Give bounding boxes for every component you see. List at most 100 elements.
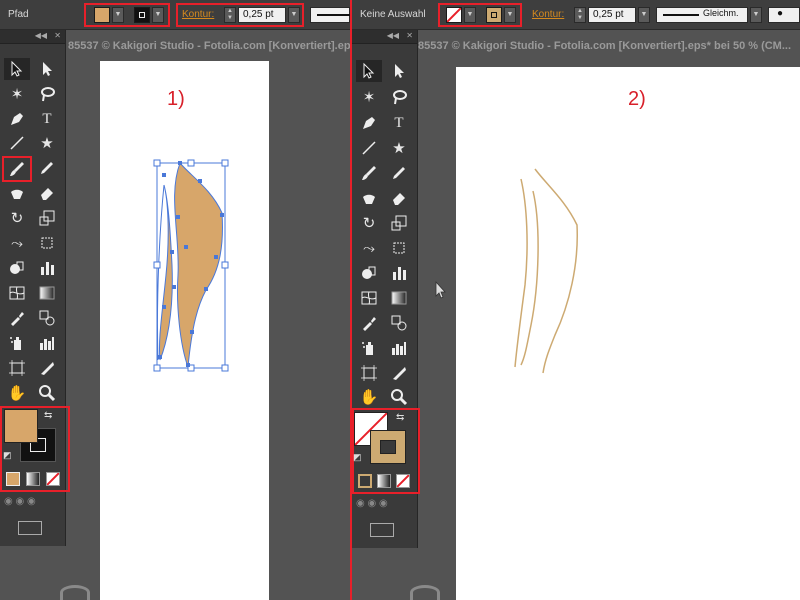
artboard-tool-icon[interactable] (4, 357, 30, 379)
document-tab-title[interactable]: 85537 © Kakigori Studio - Fotolia.com [K… (418, 36, 791, 56)
drawing-modes-icon[interactable]: ◉ ◉ ◉ (4, 496, 62, 512)
direct-selection-tool-icon[interactable] (386, 60, 412, 82)
stroke-color-swatch[interactable] (486, 7, 502, 23)
paintbrush-tool-icon[interactable] (2, 156, 32, 182)
close-icon[interactable]: ✕ (54, 31, 61, 40)
drawing-modes-icon[interactable]: ◉ ◉ ◉ (356, 498, 414, 514)
lasso-tool-icon[interactable] (386, 86, 412, 108)
blob-brush-tool-icon[interactable] (4, 182, 30, 204)
shape-builder-tool-icon[interactable] (356, 262, 382, 284)
color-mode-button[interactable] (358, 474, 372, 488)
fill-none-swatch[interactable] (446, 7, 462, 23)
selection-tool-icon[interactable] (356, 60, 382, 82)
stroke-weight-dropdown[interactable]: ▼ (288, 7, 300, 23)
scale-tool-icon[interactable] (386, 212, 412, 234)
pencil-tool-icon[interactable] (34, 157, 60, 179)
star-tool-icon[interactable]: ★ (34, 132, 60, 154)
blend-tool-icon[interactable] (386, 312, 412, 334)
blend-tool-icon[interactable] (34, 307, 60, 329)
brush-definition-dropdown[interactable]: ● (768, 7, 800, 23)
star-tool-icon[interactable]: ★ (386, 137, 412, 159)
artboard-tool-icon[interactable] (356, 362, 382, 384)
mesh-tool-icon[interactable] (356, 287, 382, 309)
mesh-tool-icon[interactable] (4, 282, 30, 304)
width-tool-icon[interactable]: ⤳ (4, 232, 30, 254)
close-icon[interactable]: ✕ (406, 31, 413, 40)
slice-tool-icon[interactable] (34, 357, 60, 379)
color-mode-button[interactable] (6, 472, 20, 486)
zoom-tool-icon[interactable] (386, 386, 412, 408)
gradient-mode-button[interactable] (26, 472, 40, 486)
document-tab-title[interactable]: 85537 © Kakigori Studio - Fotolia.com [K… (68, 36, 350, 56)
scale-tool-icon[interactable] (34, 207, 60, 229)
fill-dropdown-arrow[interactable]: ▼ (112, 7, 124, 23)
column-graph-tool-icon[interactable] (34, 332, 60, 354)
graph-tool-icon[interactable] (386, 262, 412, 284)
selection-tool-icon[interactable] (4, 58, 30, 80)
eraser-tool-icon[interactable] (34, 182, 60, 204)
zoom-tool-icon[interactable] (34, 382, 60, 404)
eyedropper-tool-icon[interactable] (356, 312, 382, 334)
free-transform-tool-icon[interactable] (34, 232, 60, 254)
screen-mode-icon[interactable] (370, 523, 394, 537)
stroke-weight-label[interactable]: Kontur: (532, 9, 564, 20)
default-colors-icon[interactable]: ◩ (353, 452, 362, 463)
stroke-weight-dropdown[interactable]: ▼ (638, 7, 650, 23)
fill-dropdown-arrow[interactable]: ▼ (464, 7, 476, 23)
graph-tool-icon[interactable] (34, 257, 60, 279)
stroked-leaf-artwork[interactable] (507, 165, 587, 375)
stroke-weight-field[interactable]: 0,25 pt (238, 7, 286, 23)
gradient-tool-icon[interactable] (34, 282, 60, 304)
stroke-profile-dropdown-arrow[interactable]: ▼ (750, 7, 762, 23)
default-colors-icon[interactable]: ◩ (3, 450, 12, 461)
magic-wand-tool-icon[interactable]: ✶ (4, 83, 30, 105)
slice-tool-icon[interactable] (386, 362, 412, 384)
type-tool-icon[interactable]: T (34, 108, 60, 130)
rotate-tool-icon[interactable]: ↻ (356, 212, 382, 234)
column-graph-tool-icon[interactable] (386, 337, 412, 359)
paintbrush-tool-icon[interactable] (356, 162, 382, 184)
collapse-icon[interactable]: ◀◀ (35, 31, 47, 40)
hand-tool-icon[interactable]: ✋ (4, 382, 30, 404)
line-segment-tool-icon[interactable] (356, 137, 382, 159)
free-transform-tool-icon[interactable] (386, 237, 412, 259)
rotate-tool-icon[interactable]: ↻ (4, 207, 30, 229)
pen-tool-icon[interactable] (356, 112, 382, 134)
eraser-tool-icon[interactable] (386, 187, 412, 209)
swap-colors-icon[interactable]: ⇆ (44, 410, 52, 421)
none-mode-button[interactable] (396, 474, 410, 488)
stroke-weight-field[interactable]: 0,25 pt (588, 7, 636, 23)
stroke-color-box[interactable] (370, 430, 406, 464)
stroke-dropdown-arrow[interactable]: ▼ (152, 7, 164, 23)
line-segment-tool-icon[interactable] (4, 132, 30, 154)
eyedropper-tool-icon[interactable] (4, 307, 30, 329)
gradient-tool-icon[interactable] (386, 287, 412, 309)
pen-tool-icon[interactable] (4, 108, 30, 130)
blob-brush-tool-icon[interactable] (356, 187, 382, 209)
stroke-profile-dropdown[interactable]: Gleichm. (656, 7, 748, 23)
direct-selection-tool-icon[interactable] (34, 58, 60, 80)
screen-mode-icon[interactable] (18, 521, 42, 535)
selected-leaf-artwork[interactable] (150, 155, 236, 375)
stroke-color-swatch[interactable] (134, 7, 150, 23)
stroke-weight-label[interactable]: Kontur: (182, 9, 214, 20)
width-tool-icon[interactable]: ⤳ (356, 237, 382, 259)
symbol-sprayer-tool-icon[interactable] (4, 332, 30, 354)
swap-colors-icon[interactable]: ⇆ (396, 412, 404, 423)
symbol-sprayer-tool-icon[interactable] (356, 337, 382, 359)
type-tool-icon[interactable]: T (386, 112, 412, 134)
fill-color-box[interactable] (4, 409, 38, 443)
magic-wand-tool-icon[interactable]: ✶ (356, 86, 382, 108)
stroke-dropdown-arrow[interactable]: ▼ (504, 7, 516, 23)
collapse-icon[interactable]: ◀◀ (387, 31, 399, 40)
fill-color-swatch[interactable] (94, 7, 110, 23)
stroke-weight-stepper[interactable]: ▲ ▼ (574, 7, 586, 23)
hand-tool-icon[interactable]: ✋ (356, 386, 382, 408)
stroke-weight-stepper[interactable]: ▲ ▼ (224, 7, 236, 23)
lasso-tool-icon[interactable] (34, 83, 60, 105)
pencil-tool-icon[interactable] (386, 162, 412, 184)
none-mode-button[interactable] (46, 472, 60, 486)
shape-builder-tool-icon[interactable] (4, 257, 30, 279)
gradient-mode-button[interactable] (377, 474, 391, 488)
toolbox-header[interactable]: ◀◀ ✕ (352, 30, 417, 44)
